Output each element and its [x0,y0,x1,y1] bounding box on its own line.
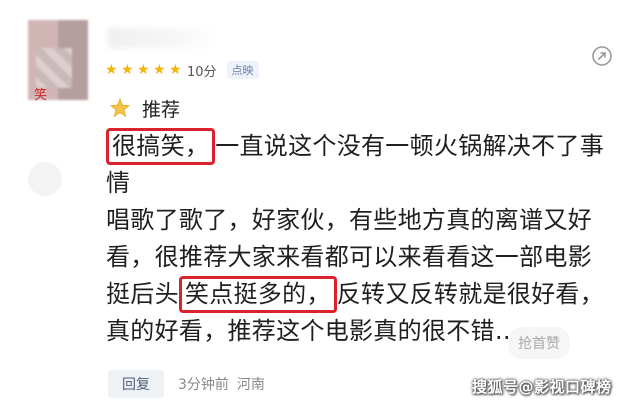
star-icon: ★ [137,62,150,78]
timestamp: 3分钟前 [178,377,229,393]
comment-footer: 回复 3分钟前 河南 [108,370,265,398]
source-badge: 点映 [226,61,259,79]
watermark: 搜狐号@影视口碑榜 [472,378,612,396]
reply-button[interactable]: 回复 [108,370,164,398]
recommend-row: 推荐 [108,95,180,122]
star-icon: ★ [105,62,118,78]
review-segment: 挺后头 [106,280,179,308]
review-line: 很搞笑， 一直说这个没有一顿火锅解决不了事 [106,128,611,165]
avatar-placeholder [28,162,62,196]
thumb-icon [109,97,131,117]
star-icon: ★ [169,62,182,78]
star-rating: ★ ★ ★ ★ ★ [105,63,183,77]
review-line: 唱歌了歌了，好家伙，有些地方真的离谱又好 [106,206,592,234]
like-button[interactable]: 抢首赞 [508,327,570,359]
location: 河南 [236,377,265,393]
highlight-box: 笑点挺多的， [178,276,337,313]
rating-row: ★ ★ ★ ★ ★ 10分 点映 [105,60,259,80]
recommend-label: 推荐 [142,99,181,121]
review-text: 很搞笑， 一直说这个没有一顿火锅解决不了事 情 唱歌了歌了，好家伙，有些地方真的离… [106,128,611,350]
review-line: 挺后头 笑点挺多的， 反转又反转就是很好看， [106,276,611,313]
avatar-tag: 笑 [34,88,48,103]
score-text: 10分 [187,64,217,80]
star-icon: ★ [153,62,166,78]
share-icon[interactable] [590,44,614,68]
review-line: 情 [106,169,131,197]
username[interactable] [108,28,216,48]
review-line: 看，很推荐大家来看都可以来看看这一部电影 [106,243,592,271]
star-icon: ★ [121,62,134,78]
highlight-box: 很搞笑， [106,128,216,165]
review-segment: 反转又反转就是很好看， [336,280,605,308]
review-segment: 一直说这个没有一顿火锅解决不了事 [215,132,605,160]
